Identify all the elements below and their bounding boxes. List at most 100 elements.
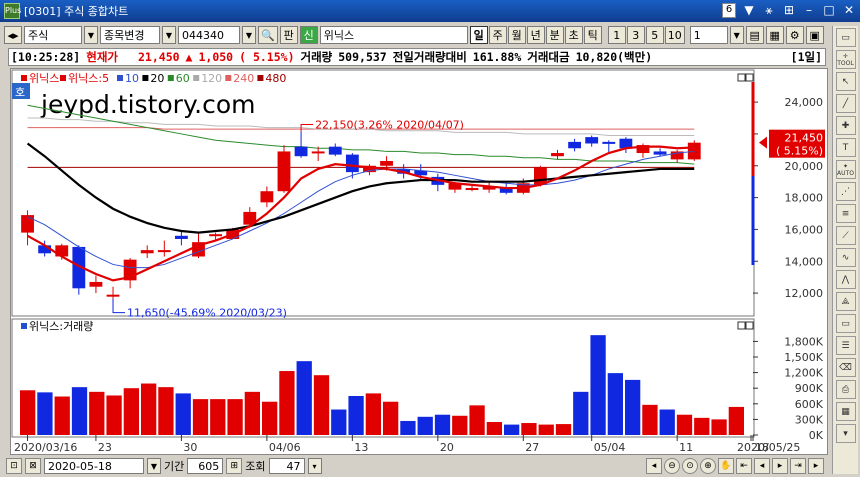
wave-icon[interactable]: ∿ [835, 248, 856, 267]
pan-button[interactable]: 판 [279, 26, 298, 44]
grid-icon[interactable]: ▤ [745, 26, 764, 44]
low-annotation: 11,650(-45.69% 2020/03/23) [127, 307, 287, 320]
period-tab-3[interactable]: 년 [526, 26, 545, 44]
grid-view-icon[interactable]: ▦ [835, 402, 856, 421]
interval-dropdown-icon[interactable]: ▼ [729, 26, 744, 44]
page-right-icon[interactable]: ⇥ [790, 458, 806, 474]
period-tab-0[interactable]: 일 [469, 26, 488, 44]
change-dropdown-icon[interactable]: ▼ [162, 26, 176, 44]
scroll-right-icon[interactable]: ▸ [808, 458, 824, 474]
volume-bar [20, 390, 36, 435]
market-select[interactable]: 주식 [24, 26, 82, 44]
volume-bar [262, 401, 278, 435]
eraser-icon[interactable]: ⌫ [835, 358, 856, 377]
page-left-icon[interactable]: ⇤ [736, 458, 752, 474]
zoom-in-icon[interactable]: ⊕ [700, 458, 716, 474]
stock-name-field: 위닉스 [319, 26, 468, 44]
crosshair-icon[interactable]: ✚ [835, 116, 856, 135]
volume-bar [625, 379, 641, 435]
interval-button-5[interactable]: 5 [645, 26, 664, 44]
interval-button-3[interactable]: 3 [626, 26, 645, 44]
page-number-button[interactable]: 6 [722, 3, 736, 18]
volume-bar [244, 391, 260, 435]
cursor-icon[interactable]: ↖ [835, 72, 856, 91]
collapse-icon[interactable]: ▭ [835, 28, 856, 47]
query-icon[interactable]: ⊞ [226, 458, 243, 474]
text-icon[interactable]: T [835, 138, 856, 157]
legend-item: 위닉스 [29, 72, 59, 85]
pattern-icon[interactable]: ⋰ [835, 182, 856, 201]
auto-icon[interactable]: ✦ AUTO [835, 160, 856, 179]
scroll-left-icon[interactable]: ◂ [646, 458, 662, 474]
volume-bar [192, 399, 209, 435]
high-annotation: 22,150(3.26% 2020/04/07) [315, 119, 464, 132]
volume-bar [279, 371, 295, 435]
query-dropdown-icon[interactable]: ▾ [307, 458, 322, 474]
volume-bar [469, 405, 485, 435]
save-icon[interactable]: ▦ [765, 26, 784, 44]
stock-code-input[interactable]: 044340 [178, 26, 240, 44]
period-tab-6[interactable]: 틱 [583, 26, 602, 44]
period-tab-1[interactable]: 주 [488, 26, 507, 44]
volume-bar [210, 399, 226, 435]
close-icon[interactable]: ✕ [842, 3, 856, 18]
settings-icon[interactable]: ⚙ [785, 26, 804, 44]
period-tab-4[interactable]: 분 [545, 26, 564, 44]
code-dropdown-icon[interactable]: ▼ [242, 26, 256, 44]
step-left-icon[interactable]: ◂ [754, 458, 770, 474]
step-right-icon[interactable]: ▸ [772, 458, 788, 474]
chart-settings-icon[interactable]: ⊠ [25, 458, 41, 474]
pin-icon[interactable]: ⚹ [762, 3, 776, 18]
interval-button-1[interactable]: 1 [607, 26, 626, 44]
tool-sidebar: ▭ ✛ TOOL ↖ ╱ ✚ T ✦ AUTO ⋰ ≡ ⟋ ∿ ⋀ ⟁ ▭ ☰ ⌫ … [832, 26, 858, 474]
trend-icon[interactable]: ⟋ [835, 226, 856, 245]
list-icon[interactable]: ☰ [835, 336, 856, 355]
volume-bar [573, 391, 589, 435]
nav-arrows-button[interactable]: ◂▸ [4, 26, 22, 44]
zigzag-icon[interactable]: ⋀ [835, 270, 856, 289]
layout-icon[interactable]: ▣ [805, 26, 824, 44]
x-tick-label: 27 [525, 441, 539, 454]
gann-icon[interactable]: ⟁ [835, 292, 856, 311]
price-chart-svg[interactable]: 12,00014,00016,00018,00020,00022,00024,0… [11, 69, 829, 456]
volume-legend-swatch [21, 323, 27, 329]
volume-bar [89, 391, 105, 435]
volume-bar [538, 424, 554, 435]
change-stock-select[interactable]: 종목변경 [100, 26, 160, 44]
legend-item: 위닉스:5 [68, 72, 109, 85]
zoom-reset-icon[interactable]: ⊙ [682, 458, 698, 474]
interval-button-10[interactable]: 10 [664, 26, 685, 44]
down-arrow-icon[interactable]: ▾ [835, 424, 856, 443]
legend-swatch [117, 75, 123, 81]
candle-body [380, 160, 393, 166]
interval-input[interactable]: 1 [689, 26, 728, 44]
dropdown-icon[interactable]: ▼ [742, 3, 756, 18]
period-tabs: 일주월년분초틱 [469, 26, 602, 44]
period-input[interactable]: 605 [187, 458, 224, 474]
chart-panel[interactable]: 12,00014,00016,00018,00020,00022,00024,0… [10, 68, 828, 455]
legend-item: 240 [233, 72, 254, 85]
candle-body [602, 141, 616, 144]
line-icon[interactable]: ╱ [835, 94, 856, 113]
zoom-out-icon[interactable]: ⊖ [664, 458, 680, 474]
date-dropdown-icon[interactable]: ▼ [147, 458, 161, 474]
window-icon[interactable]: ▭ [835, 314, 856, 333]
fib-icon[interactable]: ≡ [835, 204, 856, 223]
print-icon[interactable]: ⎙ [835, 380, 856, 399]
x-tick-label: 11 [679, 441, 693, 454]
chart-type-icon[interactable]: ⊡ [6, 458, 22, 474]
tool-icon[interactable]: ✛ TOOL [835, 50, 856, 69]
query-input[interactable]: 47 [268, 458, 305, 474]
maximize-icon[interactable]: □ [822, 3, 836, 18]
search-icon[interactable]: 🔍 [258, 26, 278, 44]
hand-icon[interactable]: ✋ [718, 458, 734, 474]
market-dropdown-icon[interactable]: ▼ [84, 26, 98, 44]
link-icon[interactable]: ⊞ [782, 3, 796, 18]
date-input[interactable]: 2020-05-18 [44, 458, 144, 474]
minimize-icon[interactable]: – [802, 3, 816, 18]
period-tab-2[interactable]: 월 [507, 26, 526, 44]
period-tab-5[interactable]: 초 [564, 26, 583, 44]
legend-swatch [21, 75, 27, 81]
volume-bar [71, 387, 88, 435]
candle-body [465, 188, 479, 191]
